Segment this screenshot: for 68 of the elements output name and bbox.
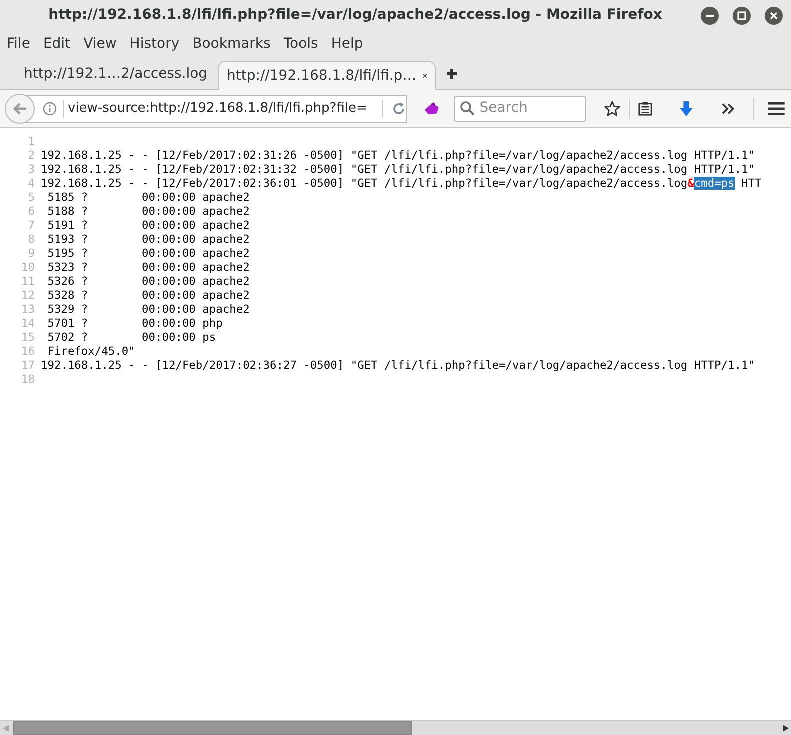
menu-item[interactable]: Help <box>331 34 364 55</box>
menu-item[interactable]: Edit <box>43 34 71 55</box>
source-text: 5193 ? 00:00:00 apache2 <box>46 233 250 246</box>
window-title: http://192.168.1.8/lfi/lfi.php?file=/var/log/apache2/access.log - Mozilla Firefox <box>48 6 664 25</box>
browser-tab[interactable]: http://192.1…2/access.log <box>8 60 218 89</box>
menu-item[interactable]: Bookmarks <box>192 34 271 55</box>
scrollbar-thumb[interactable] <box>13 721 412 735</box>
source-text: 5326 ? 00:00:00 apache2 <box>46 275 250 288</box>
line-number: 18 <box>20 373 36 387</box>
source-text: 192.168.1.25 - - [12/Feb/2017:02:36:01 -0500] "GET /lfi/lfi.php?file=/var/log/apache2/access.log <box>41 177 688 190</box>
source-text: 5188 ? 00:00:00 apache2 <box>46 205 250 218</box>
source-text: 192.168.1.25 - - [12/Feb/2017:02:31:32 -0500] "GET /lfi/lfi.php?file=/var/log/apache2/access.log HTTP/1.1" <box>41 163 755 176</box>
close-icon[interactable] <box>765 6 783 24</box>
selected-text: cmd=ps <box>694 177 735 190</box>
search-placeholder: Search <box>480 99 528 118</box>
source-text: 5191 ? 00:00:00 apache2 <box>46 219 250 232</box>
star-icon[interactable] <box>604 100 622 118</box>
line-number: 16 <box>20 345 36 359</box>
url-text: view-source:http://192.168.1.8/lfi/lfi.php?file= <box>68 100 368 118</box>
source-text: 5702 ? 00:00:00 ps <box>46 331 216 344</box>
close-tab-icon[interactable] <box>422 71 427 81</box>
source-text: 192.168.1.25 - - [12/Feb/2017:02:31:26 -0500] "GET /lfi/lfi.php?file=/var/log/apache2/access.log HTTP/1.1" <box>41 149 755 162</box>
source-text: 5185 ? 00:00:00 apache2 <box>46 191 250 204</box>
line-number: 12 <box>20 289 36 303</box>
line-number: 9 <box>27 247 36 261</box>
line-number: 5 <box>27 191 36 205</box>
line-number: 10 <box>20 261 36 275</box>
line-number: 1 <box>27 135 36 149</box>
source-text: 192.168.1.25 - - [12/Feb/2017:02:36:27 -0500] "GET /lfi/lfi.php?file=/var/log/apache2/access.log HTTP/1.1" <box>41 359 755 372</box>
address-bar[interactable]: view-source:http://192.168.1.8/lfi/lfi.php?file= <box>6 94 407 122</box>
line-number: 17 <box>20 359 36 373</box>
line-number: 4 <box>27 177 36 191</box>
line-number: 15 <box>20 331 36 345</box>
line-number: 2 <box>27 149 36 163</box>
menu-item[interactable]: History <box>130 34 180 55</box>
info-icon[interactable] <box>43 102 57 116</box>
line-number: 8 <box>27 233 36 247</box>
reload-icon[interactable] <box>392 102 406 116</box>
source-text: HTT <box>740 177 762 190</box>
source-text: 5701 ? 00:00:00 php <box>46 317 223 330</box>
search-field[interactable]: Search <box>454 96 586 122</box>
menu-icon[interactable] <box>768 102 785 116</box>
line-number: 6 <box>27 205 36 219</box>
source-text: 5195 ? 00:00:00 apache2 <box>46 247 250 260</box>
back-button[interactable] <box>5 94 35 124</box>
menu-item[interactable]: Tools <box>284 34 318 55</box>
maximize-icon[interactable] <box>733 6 751 24</box>
entity-text: & <box>688 177 694 190</box>
minimize-icon[interactable] <box>701 6 719 24</box>
line-number: 14 <box>20 317 36 331</box>
reading-list-icon[interactable] <box>638 100 654 116</box>
line-number: 7 <box>27 219 36 233</box>
back-arrow-icon <box>13 102 27 116</box>
line-number: 3 <box>27 163 36 177</box>
search-icon <box>460 101 475 116</box>
line-number: 13 <box>20 303 36 317</box>
new-tab-icon[interactable] <box>446 68 458 80</box>
menu-item[interactable]: View <box>84 34 117 55</box>
source-text: 5328 ? 00:00:00 apache2 <box>46 289 250 302</box>
download-arrow-icon[interactable] <box>679 100 694 118</box>
overflow-chevron-icon[interactable] <box>722 102 736 114</box>
browser-tab[interactable]: http://192.168.1.8/lfi/lfi.p… <box>218 61 436 90</box>
source-text: 5323 ? 00:00:00 apache2 <box>46 261 250 274</box>
menu-item[interactable]: File <box>7 34 30 55</box>
horizontal-scrollbar[interactable] <box>0 720 791 735</box>
line-number: 11 <box>20 275 36 289</box>
source-text: 5329 ? 00:00:00 apache2 <box>46 303 250 316</box>
source-text: Firefox/45.0" <box>46 345 136 358</box>
